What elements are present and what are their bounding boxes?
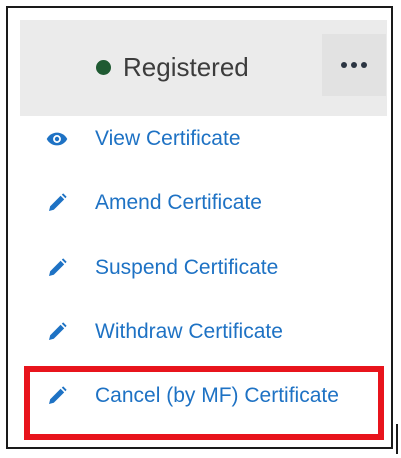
menu-item-suspend-certificate[interactable]: Suspend Certificate bbox=[20, 245, 387, 291]
status-label: Registered bbox=[123, 51, 249, 82]
eye-icon bbox=[46, 128, 68, 150]
pencil-icon bbox=[46, 321, 68, 343]
divider-line bbox=[396, 424, 398, 454]
more-horizontal-icon bbox=[341, 62, 367, 68]
menu-item-withdraw-certificate[interactable]: Withdraw Certificate bbox=[20, 309, 387, 355]
menu-item-view-certificate[interactable]: View Certificate bbox=[20, 116, 387, 162]
status-dot bbox=[96, 59, 111, 75]
menu-item-label: Amend Certificate bbox=[95, 191, 262, 214]
more-options-button[interactable] bbox=[322, 34, 386, 96]
pencil-icon bbox=[46, 257, 68, 279]
menu-item-label: View Certificate bbox=[95, 127, 241, 150]
pencil-icon bbox=[46, 192, 68, 214]
menu-item-label: Withdraw Certificate bbox=[95, 320, 283, 343]
menu-item-amend-certificate[interactable]: Amend Certificate bbox=[20, 180, 387, 226]
status-indicator: Registered bbox=[96, 47, 249, 87]
pencil-icon bbox=[46, 385, 68, 407]
menu-item-label: Suspend Certificate bbox=[95, 256, 279, 279]
menu-item-label: Cancel (by MF) Certificate bbox=[95, 384, 339, 407]
menu-item-cancel-certificate[interactable]: Cancel (by MF) Certificate bbox=[20, 373, 387, 419]
